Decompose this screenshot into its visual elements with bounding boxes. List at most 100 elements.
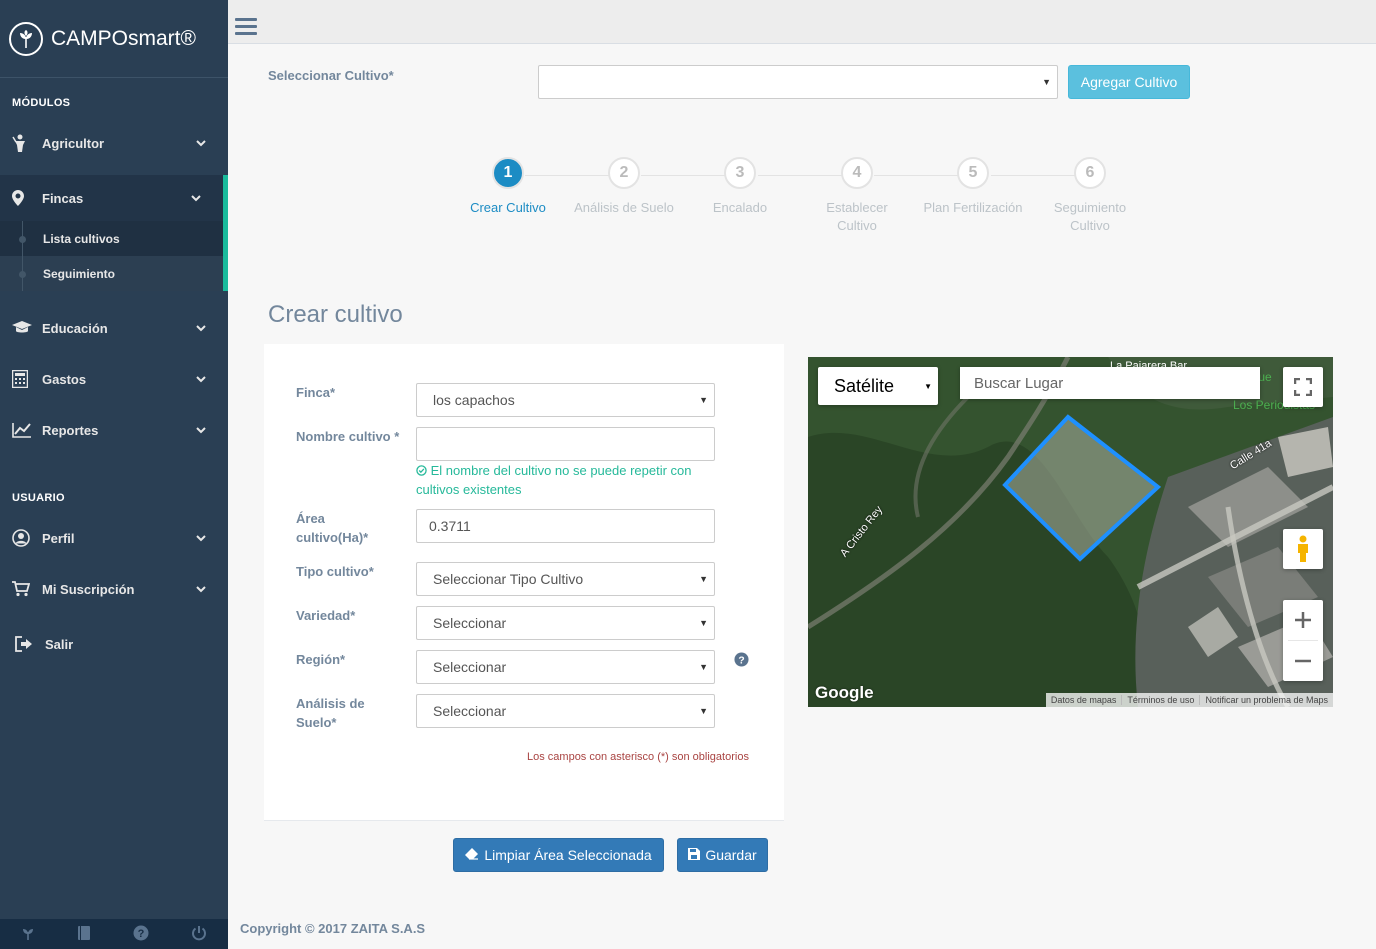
user-section-title: USUARIO xyxy=(12,492,65,504)
line-chart-icon xyxy=(12,422,34,438)
terms-link[interactable]: Términos de uso xyxy=(1121,695,1199,705)
calculator-icon xyxy=(12,370,34,388)
wizard-step-3[interactable]: 3 Encalado xyxy=(685,157,795,217)
nombre-cultivo-label: Nombre cultivo * xyxy=(296,429,400,444)
tipo-cultivo-select[interactable]: Seleccionar Tipo Cultivo ▼ xyxy=(416,562,715,596)
map-search-input[interactable]: Buscar Lugar xyxy=(960,367,1260,399)
submenu-item-lista-cultivos[interactable]: Lista cultivos xyxy=(0,221,223,256)
select-cultivo-dropdown[interactable]: ▼ xyxy=(538,65,1058,99)
wizard-step-6[interactable]: 6 Seguimiento Cultivo xyxy=(1035,157,1145,235)
caret-down-icon: ▼ xyxy=(699,395,708,405)
wizard-step-4[interactable]: 4 Establecer Cultivo xyxy=(802,157,912,235)
power-icon[interactable] xyxy=(191,925,207,944)
sidebar-item-label: Mi Suscripción xyxy=(42,581,135,597)
chevron-down-icon xyxy=(196,135,206,150)
caret-down-icon: ▼ xyxy=(924,382,932,391)
add-cultivo-button[interactable]: Agregar Cultivo xyxy=(1068,65,1190,99)
sprout-logo-icon xyxy=(9,21,43,56)
sidebar-item-gastos[interactable]: Gastos xyxy=(0,356,228,402)
report-problem-link[interactable]: Notificar un problema de Maps xyxy=(1199,695,1333,705)
brand[interactable]: CAMPOsmart® xyxy=(0,0,228,78)
street-view-pegman-icon[interactable] xyxy=(1283,529,1323,569)
caret-down-icon: ▼ xyxy=(699,574,708,584)
sidebar-item-suscripcion[interactable]: Mi Suscripción xyxy=(0,566,228,612)
step-label: Crear Cultivo xyxy=(470,200,546,215)
analisis-suelo-label: Análisis de Suelo* xyxy=(296,694,365,732)
map-widget[interactable]: La Pajarera Bar Parque Los Periodistas A… xyxy=(808,357,1333,707)
step-label: Plan Fertilización xyxy=(923,200,1023,215)
sidebar-item-label: Reportes xyxy=(42,422,99,438)
sidebar-item-agricultor[interactable]: Agricultor xyxy=(0,120,228,166)
step-number: 2 xyxy=(608,157,640,189)
variedad-select[interactable]: Seleccionar ▼ xyxy=(416,606,715,640)
zoom-out-icon[interactable] xyxy=(1294,641,1312,681)
finca-label: Finca* xyxy=(296,385,336,400)
nombre-cultivo-help: El nombre del cultivo no se puede repeti… xyxy=(416,461,716,499)
nombre-cultivo-input[interactable] xyxy=(416,427,715,461)
top-nav xyxy=(228,0,1376,44)
step-number: 4 xyxy=(841,157,873,189)
tipo-cultivo-value: Seleccionar Tipo Cultivo xyxy=(433,571,584,587)
sign-out-icon xyxy=(15,636,37,652)
chevron-down-icon xyxy=(196,530,206,545)
step-label-line2: Cultivo xyxy=(837,218,877,233)
tipo-cultivo-label: Tipo cultivo* xyxy=(296,564,374,579)
chevron-down-icon xyxy=(196,371,206,386)
analisis-suelo-value: Seleccionar xyxy=(433,703,507,719)
area-input[interactable]: 0.3711 xyxy=(416,509,715,543)
zoom-control xyxy=(1283,600,1323,681)
sidebar-item-reportes[interactable]: Reportes xyxy=(0,407,228,453)
map-data-link[interactable]: Datos de mapas xyxy=(1046,695,1122,705)
modules-section-title: MÓDULOS xyxy=(12,97,71,109)
select-cultivo-label: Seleccionar Cultivo* xyxy=(268,68,394,83)
step-number: 5 xyxy=(957,157,989,189)
sidebar-item-educacion[interactable]: Educación xyxy=(0,305,228,351)
wizard-step-2[interactable]: 2 Análisis de Suelo xyxy=(569,157,679,217)
save-button[interactable]: Guardar xyxy=(677,838,768,872)
region-select[interactable]: Seleccionar ▼ xyxy=(416,650,715,684)
sidebar-item-fincas[interactable]: Fincas xyxy=(0,175,228,221)
analisis-suelo-select[interactable]: Seleccionar ▼ xyxy=(416,694,715,728)
variedad-value: Seleccionar xyxy=(433,615,507,631)
farmer-icon xyxy=(12,134,34,152)
shopping-cart-icon xyxy=(12,581,34,597)
submenu-label: Lista cultivos xyxy=(43,231,120,246)
satellite-map-image: La Pajarera Bar Parque Los Periodistas xyxy=(808,357,1333,707)
finca-select-value: los capachos xyxy=(433,392,515,408)
fullscreen-icon[interactable] xyxy=(1283,367,1323,407)
map-type-value: Satélite xyxy=(834,375,895,396)
question-circle-icon[interactable]: ? xyxy=(734,652,749,670)
area-label-line1: Área xyxy=(296,511,325,526)
step-label: Análisis de Suelo xyxy=(574,200,674,215)
sidebar-item-label: Agricultor xyxy=(42,135,105,151)
sidebar-item-perfil[interactable]: Perfil xyxy=(0,515,228,561)
zoom-in-icon[interactable] xyxy=(1288,601,1318,641)
area-value: 0.3711 xyxy=(429,518,471,534)
map-type-select[interactable]: Satélite ▼ xyxy=(818,367,938,405)
sprout-icon[interactable] xyxy=(21,925,35,944)
wizard-step-1[interactable]: 1 Crear Cultivo xyxy=(453,157,563,217)
finca-select[interactable]: los capachos ▼ xyxy=(416,383,715,417)
sidebar-item-label: Gastos xyxy=(42,371,87,387)
required-fields-note: Los campos con asterisco (*) son obligat… xyxy=(527,751,749,763)
step-number: 3 xyxy=(724,157,756,189)
bullet-dot-icon xyxy=(19,236,26,243)
submenu-item-seguimiento[interactable]: Seguimiento xyxy=(0,256,223,291)
step-label-line2: Cultivo xyxy=(1070,218,1110,233)
step-label: Establecer xyxy=(826,200,888,215)
sidebar-item-salir[interactable]: Salir xyxy=(0,621,228,667)
book-icon[interactable] xyxy=(77,925,91,944)
analisis-label-line2: Suelo* xyxy=(296,715,337,730)
check-circle-icon xyxy=(416,463,427,478)
wizard-step-5[interactable]: 5 Plan Fertilización xyxy=(918,157,1028,217)
clear-area-button[interactable]: Limpiar Área Seleccionada xyxy=(453,838,664,872)
page-title: Crear cultivo xyxy=(268,301,403,328)
help-text-line1: El nombre del cultivo no se puede repeti… xyxy=(430,463,692,478)
step-label: Encalado xyxy=(712,200,768,215)
caret-down-icon: ▼ xyxy=(699,618,708,628)
map-attribution: Datos de mapas Términos de uso Notificar… xyxy=(1045,693,1333,707)
hamburger-menu-icon[interactable] xyxy=(235,18,257,39)
help-icon[interactable]: ? xyxy=(133,925,149,944)
chevron-down-icon xyxy=(196,422,206,437)
area-label: Área cultivo(Ha)* xyxy=(296,509,368,547)
